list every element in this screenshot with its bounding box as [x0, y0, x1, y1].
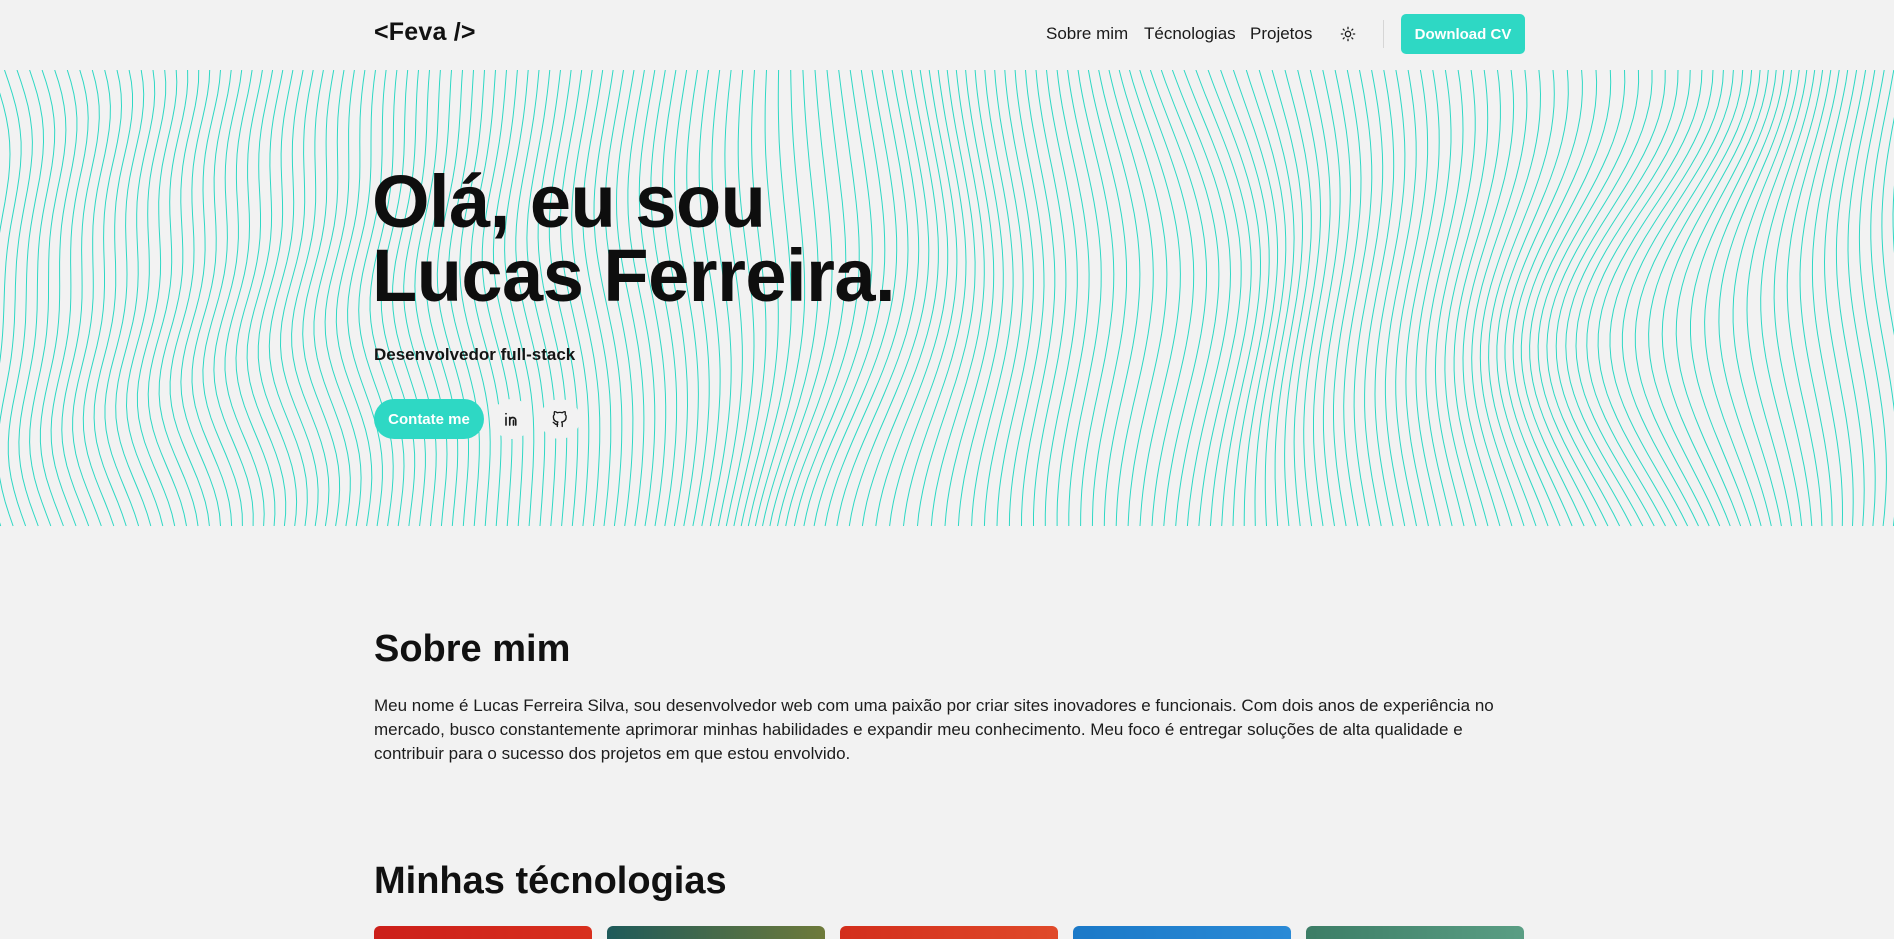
logo[interactable]: <Feva /> — [374, 18, 476, 47]
hero-subtitle: Desenvolvedor full-stack — [374, 345, 576, 364]
wave-line — [1462, 70, 1515, 527]
wave-line — [1067, 70, 1102, 526]
wave-line — [213, 70, 254, 527]
contact-button[interactable]: Contate me — [374, 399, 484, 439]
wave-line — [1149, 70, 1208, 527]
sun-icon — [1340, 26, 1356, 42]
wave-line — [1293, 70, 1322, 527]
tech-card[interactable] — [1306, 926, 1524, 939]
wave-line — [1434, 70, 1476, 527]
hero-title-line-1: Olá, eu sou — [372, 160, 766, 243]
wave-line — [1395, 70, 1429, 527]
wave-line — [944, 70, 995, 527]
wave-line — [1195, 70, 1252, 527]
wave-line — [1374, 70, 1406, 527]
wave-line — [1453, 70, 1501, 527]
wave-line — [1488, 70, 1555, 527]
theme-toggle-button[interactable] — [1338, 22, 1358, 46]
wave-line — [1258, 70, 1295, 527]
nav-divider — [1383, 20, 1384, 48]
wave-line — [1881, 116, 1894, 336]
wave-line — [235, 70, 276, 527]
hero-title: Olá, eu sou Lucas Ferreira. — [372, 160, 896, 317]
wave-line — [82, 70, 123, 527]
wave-line — [1271, 70, 1304, 527]
github-icon — [552, 410, 567, 428]
technologies-title: Minhas técnologias — [374, 860, 727, 902]
wave-lines — [0, 70, 1894, 527]
wave-line — [72, 70, 111, 527]
wave-line — [324, 70, 362, 527]
wave-line — [268, 70, 308, 527]
wave-line — [1773, 70, 1824, 527]
wave-line — [0, 70, 22, 527]
wave-line — [1284, 70, 1312, 527]
wave-line — [983, 70, 1024, 527]
wave-line — [1087, 70, 1128, 527]
wave-line — [224, 70, 265, 527]
wave-lines-background — [0, 70, 1894, 527]
tech-card[interactable] — [607, 926, 825, 939]
wave-line — [158, 70, 200, 527]
github-button[interactable] — [540, 399, 580, 439]
nav-link-sobre-mim[interactable]: Sobre mim — [1046, 24, 1128, 44]
wave-line — [291, 70, 330, 527]
wave-line — [1303, 70, 1331, 527]
wave-line — [61, 70, 100, 527]
wave-line — [302, 70, 341, 527]
hero-title-line-2: Lucas Ferreira. — [372, 234, 896, 317]
download-cv-button[interactable]: Download CV — [1401, 14, 1525, 54]
wave-line — [1364, 70, 1395, 527]
wave-line — [1077, 70, 1115, 527]
wave-line — [1529, 70, 1626, 527]
wave-line — [1033, 70, 1067, 526]
wave-line — [313, 70, 351, 527]
wave-line — [1746, 70, 1808, 527]
wave-line — [1661, 70, 1761, 527]
wave-line — [1496, 70, 1569, 527]
tech-card[interactable] — [1073, 926, 1291, 939]
wave-line — [1504, 70, 1583, 527]
wave-line — [1648, 70, 1753, 527]
wave-line — [1718, 70, 1792, 527]
wave-line — [1098, 70, 1141, 527]
linkedin-button[interactable] — [492, 399, 532, 439]
tech-card[interactable] — [840, 926, 1058, 939]
about-title: Sobre mim — [374, 628, 571, 670]
wave-line — [1160, 70, 1220, 527]
wave-line — [335, 70, 373, 527]
wave-line — [1384, 70, 1417, 527]
wave-line — [39, 70, 78, 527]
wave-line — [1704, 70, 1785, 527]
wave-line — [115, 70, 156, 527]
hero-section — [0, 70, 1894, 537]
about-text: Meu nome é Lucas Ferreira Silva, sou des… — [374, 696, 1494, 763]
wave-line — [0, 70, 33, 527]
wave-line — [1520, 70, 1612, 527]
wave-line — [1555, 70, 1666, 527]
wave-line — [29, 70, 67, 527]
wave-line — [1207, 70, 1262, 527]
nav-link-projetos[interactable]: Projetos — [1250, 24, 1312, 44]
wave-line — [50, 70, 89, 527]
wave-line — [279, 70, 319, 527]
wave-line — [125, 70, 167, 527]
nav-link-tecnologias[interactable]: Técnologias — [1144, 24, 1236, 44]
wave-line — [7, 70, 45, 527]
wave-line — [246, 70, 287, 527]
wave-line — [136, 70, 178, 527]
tech-card[interactable] — [374, 926, 592, 939]
linkedin-icon — [505, 412, 517, 426]
wave-line — [1675, 70, 1769, 527]
wave-line — [1171, 70, 1232, 527]
wave-line — [18, 70, 56, 527]
navbar: <Feva /> Sobre mim Técnologias Projetos … — [0, 0, 1894, 70]
